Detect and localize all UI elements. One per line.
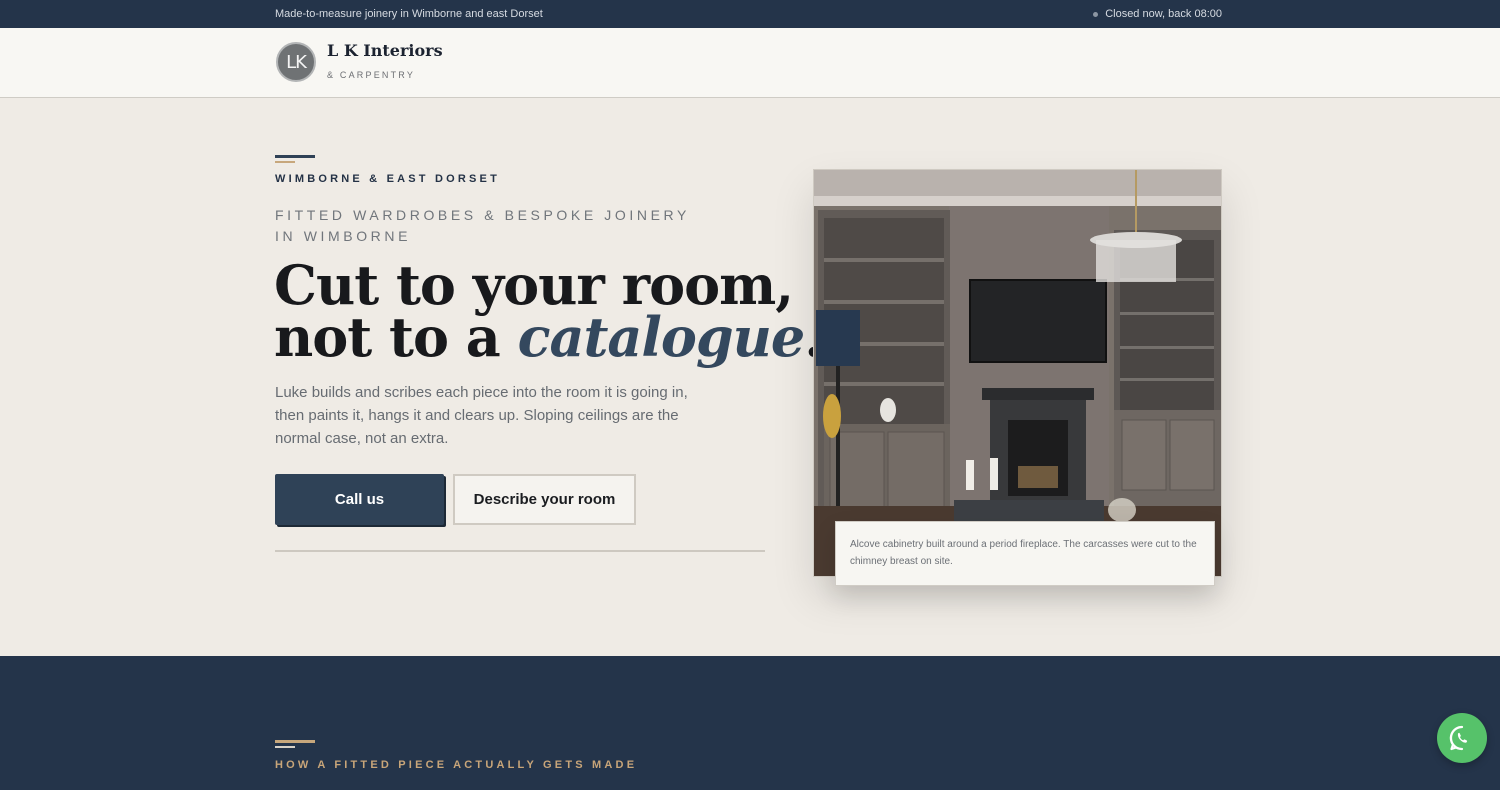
process-section-kicker: HOW A FITTED PIECE ACTUALLY GETS MADE (275, 759, 638, 771)
opening-status-text: Closed now, back 08:00 (1105, 8, 1222, 20)
top-bar: Made-to-measure joinery in Wimborne and … (0, 0, 1500, 28)
describe-room-button[interactable]: Describe your room (453, 474, 636, 525)
hero-kicker: WIMBORNE & EAST DORSET (275, 173, 501, 185)
photo-caption: Alcove cabinetry built around a period f… (835, 521, 1215, 586)
accent-lines (275, 155, 315, 163)
logo-icon[interactable]: LK (276, 42, 316, 82)
hero-divider (275, 550, 765, 552)
hero-headline: Cut to your room, not to a catalogue. (274, 258, 823, 364)
headline-emphasis: catalogue (517, 305, 806, 369)
topbar-tagline: Made-to-measure joinery in Wimborne and … (275, 8, 543, 20)
hero-subheading: FITTED WARDROBES & BESPOKE JOINERY IN WI… (275, 207, 690, 244)
logo-monogram: LK (286, 51, 307, 73)
fireplace-cabinetry-image (814, 170, 1221, 576)
hero-intro: Luke builds and scribes each piece into … (275, 384, 688, 447)
brand-subtitle: & CARPENTRY (327, 70, 416, 80)
site-header: LK L K Interiors & CARPENTRY (0, 28, 1500, 98)
brand-name[interactable]: L K Interiors (327, 41, 443, 60)
call-us-button[interactable]: Call us (275, 474, 444, 525)
whatsapp-button[interactable] (1437, 713, 1487, 763)
whatsapp-icon (1449, 725, 1468, 751)
opening-status: Closed now, back 08:00 (1093, 8, 1222, 20)
status-dot-icon (1093, 11, 1099, 17)
hero-photo (813, 169, 1222, 577)
section-accent-lines (275, 740, 315, 748)
headline-line-2: not to a (274, 305, 518, 369)
process-section (0, 656, 1500, 790)
